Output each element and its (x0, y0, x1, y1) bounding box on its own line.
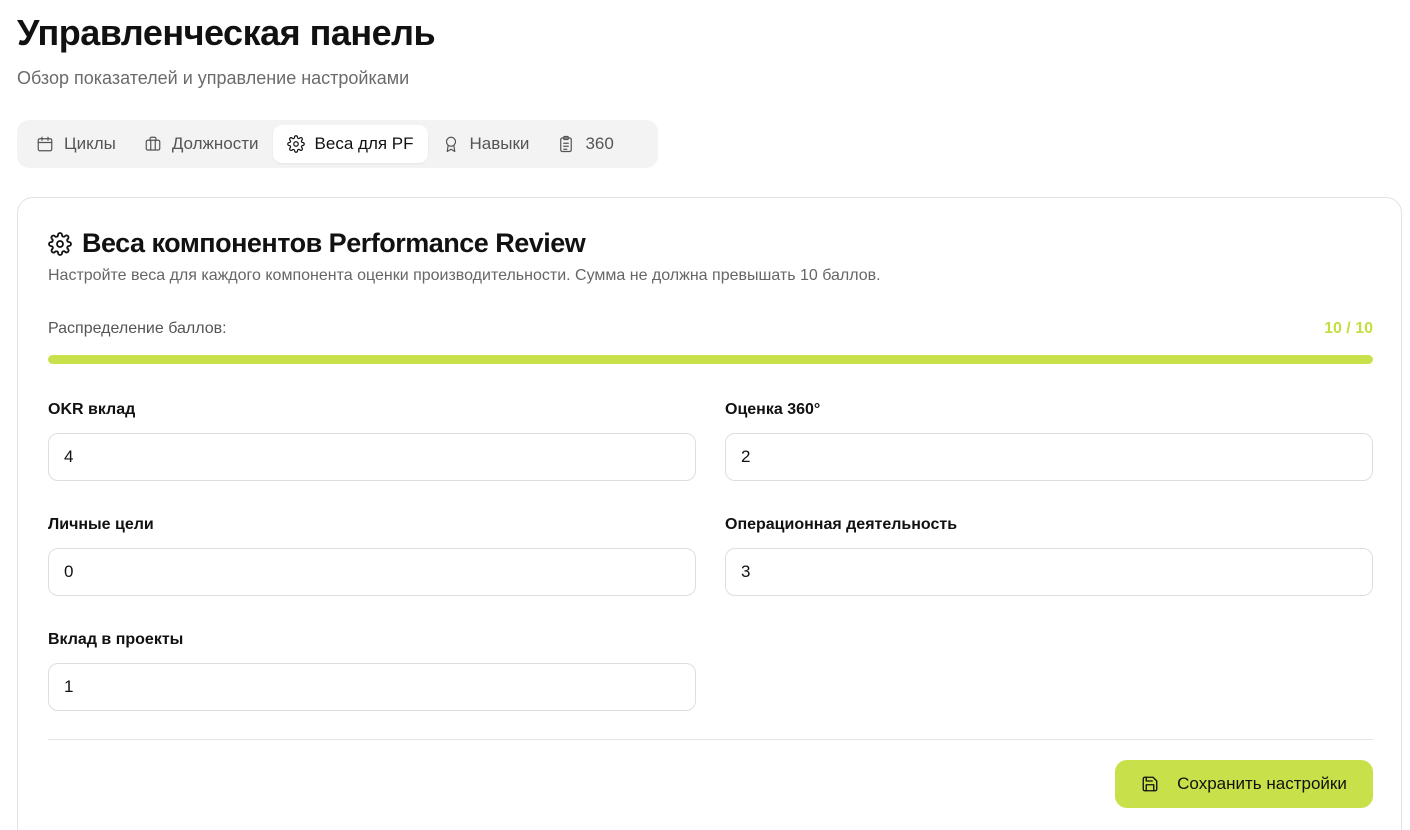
personal-goals-input[interactable] (48, 548, 696, 596)
tab-cycles[interactable]: Циклы (22, 125, 130, 163)
page-title: Управленческая панель (17, 12, 436, 53)
clipboard-icon (560, 135, 573, 153)
page: Управленческая панель Обзор показателей … (0, 0, 1410, 830)
field-label: Оценка 360° (725, 401, 821, 418)
review360-input[interactable] (725, 433, 1373, 481)
progress-fill (48, 355, 1373, 364)
tab-label: Циклы (64, 134, 116, 153)
card-header: Веса компонентов Performance Review (48, 228, 586, 259)
tab-label: 360 (585, 134, 614, 153)
save-icon (1142, 776, 1158, 792)
field-projects: Вклад в проекты (48, 630, 696, 711)
tab-bar: Циклы Должности Веса для PF Навыки 360 (17, 120, 658, 168)
distribution-progress-bar (48, 355, 1373, 364)
calendar-icon (37, 136, 53, 152)
tab-360[interactable]: 360 (543, 125, 627, 163)
briefcase-icon (145, 136, 161, 151)
gear-icon (48, 231, 72, 256)
field-personal-goals: Личные цели (48, 515, 696, 596)
field-label: Операционная деятельность (725, 516, 958, 533)
gear-icon (286, 135, 305, 153)
distribution-row: Распределение баллов: 10 / 10 (48, 320, 1373, 338)
card-description: Настройте веса для каждого компонента оц… (48, 267, 881, 284)
tab-pf-weights[interactable]: Веса для PF (272, 125, 428, 163)
divider (48, 739, 1373, 740)
projects-input[interactable] (48, 663, 696, 711)
tab-label: Веса для PF (314, 134, 414, 153)
page-subtitle: Обзор показателей и управление настройка… (17, 68, 410, 88)
tab-positions[interactable]: Должности (130, 125, 273, 163)
save-label: Сохранить настройки (1177, 774, 1347, 793)
tab-label: Навыки (469, 134, 530, 153)
distribution-value: 10 / 10 (1324, 320, 1373, 337)
operational-input[interactable] (725, 548, 1373, 596)
field-operational: Операционная деятельность (725, 515, 1373, 596)
tab-label: Должности (171, 134, 259, 153)
field-okr: OKR вклад (48, 400, 696, 481)
okr-input[interactable] (48, 433, 696, 481)
distribution-label: Распределение баллов: (48, 320, 227, 337)
save-settings-button[interactable]: Сохранить настройки (1115, 760, 1373, 808)
award-icon (445, 136, 456, 153)
field-label: Личные цели (48, 516, 154, 533)
field-label: OKR вклад (48, 401, 136, 418)
field-label: Вклад в проекты (48, 631, 184, 648)
tab-skills[interactable]: Навыки (428, 125, 544, 163)
card-title: Веса компонентов Performance Review (82, 228, 586, 258)
weights-card: Веса компонентов Performance Review Наст… (17, 197, 1402, 830)
field-360: Оценка 360° (725, 400, 1373, 481)
